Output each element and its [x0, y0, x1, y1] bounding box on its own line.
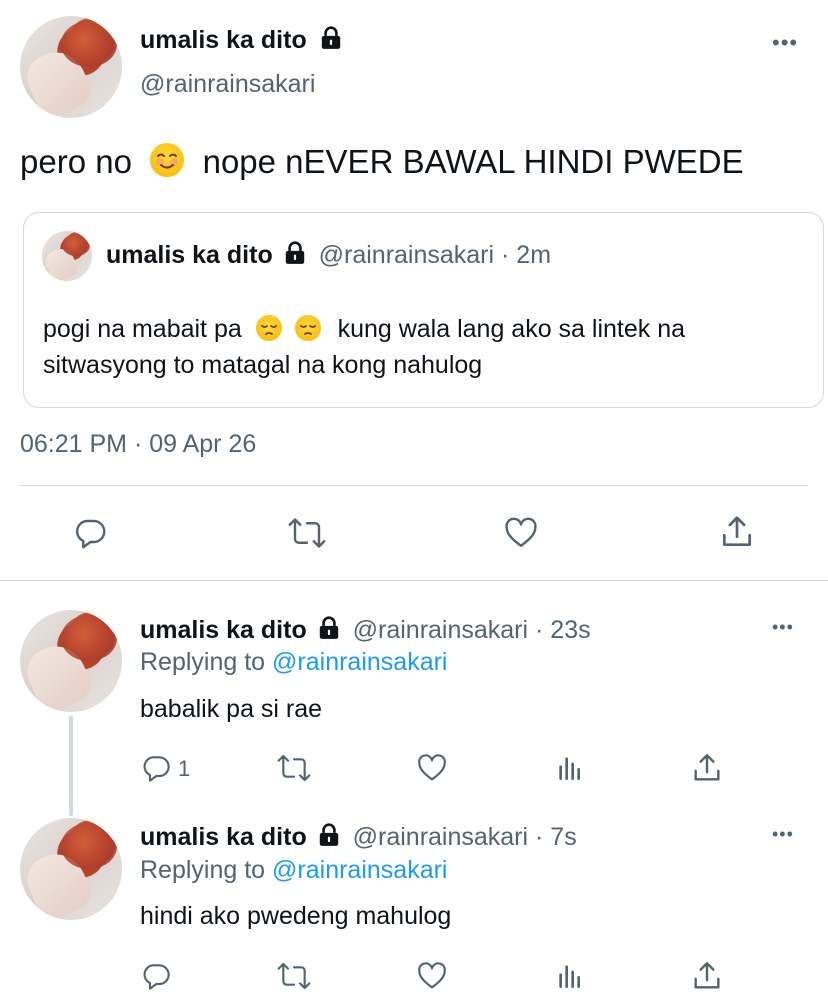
quoted-handle: @rainrainsakari — [318, 241, 495, 269]
quoted-text-part: kung wala lang ako sa lintek na — [337, 315, 686, 343]
share-icon[interactable] — [690, 751, 724, 785]
handle[interactable]: @rainrainsakari — [353, 823, 528, 851]
quoted-tweet-card[interactable]: umalis ka dito @rainrainsakari · 2m pogi… — [23, 212, 824, 408]
retweet-icon[interactable] — [276, 752, 312, 784]
divider — [20, 485, 808, 486]
reply-count: 1 — [178, 756, 191, 781]
pensive-emoji-icon — [255, 315, 282, 341]
replying-to-label: Replying to — [140, 648, 273, 676]
analytics-icon[interactable] — [554, 960, 586, 992]
share-icon[interactable] — [690, 959, 724, 993]
replying-to-label: Replying to — [140, 856, 273, 884]
quoted-display-name: umalis ka dito — [106, 241, 273, 269]
blush-emoji-icon — [150, 143, 185, 177]
like-icon[interactable] — [415, 752, 449, 784]
replying-to: Replying to @rainrainsakari — [140, 648, 447, 677]
reply-header: umalis ka dito @rainrainsakari · 7s — [140, 823, 577, 852]
replying-to-handle-link[interactable]: @rainrainsakari — [272, 648, 447, 676]
quoted-text-line-1: pogi na mabait pa kung wala lang ako sa … — [43, 311, 685, 347]
reply-icon[interactable] — [140, 752, 172, 784]
quoted-text: pogi na mabait pa kung wala lang ako sa … — [43, 311, 685, 383]
tweet-text-part: pero no — [20, 143, 142, 180]
quoted-header: umalis ka dito @rainrainsakari · 2m — [106, 241, 551, 270]
display-name-text: umalis ka dito — [140, 26, 307, 54]
reply-header: umalis ka dito @rainrainsakari · 23s — [140, 616, 591, 645]
replying-to-handle-link[interactable]: @rainrainsakari — [272, 856, 447, 884]
display-name[interactable]: umalis ka dito — [140, 616, 307, 644]
time[interactable]: · 23s — [535, 616, 591, 644]
quoted-avatar — [42, 231, 92, 281]
tweet-text-part: nope nEVER BAWAL HINDI PWEDE — [193, 143, 744, 180]
display-name[interactable]: umalis ka dito — [140, 823, 307, 851]
more-options-icon[interactable]: ••• — [772, 618, 794, 636]
analytics-icon[interactable] — [554, 752, 586, 784]
reply-text: hindi ako pwedeng mahulog — [140, 902, 452, 930]
quoted-text-part: pogi na mabait pa — [43, 315, 249, 343]
quoted-time: · 2m — [501, 241, 552, 269]
lock-icon — [316, 615, 342, 641]
more-options-icon[interactable]: ••• — [772, 825, 794, 843]
like-icon[interactable] — [502, 515, 540, 551]
replying-to: Replying to @rainrainsakari — [140, 856, 447, 885]
quoted-text-line-2: sitwasyong to matagal na kong nahulog — [43, 351, 483, 379]
main-handle[interactable]: @rainrainsakari — [140, 70, 315, 99]
reply-icon[interactable] — [140, 960, 172, 992]
share-icon[interactable] — [718, 513, 756, 551]
like-icon[interactable] — [415, 960, 449, 992]
lock-icon — [282, 240, 308, 266]
retweet-icon[interactable] — [287, 515, 327, 551]
divider — [0, 580, 828, 581]
retweet-icon[interactable] — [276, 960, 312, 992]
lock-icon — [318, 25, 344, 51]
reply-icon[interactable] — [72, 515, 108, 551]
reply-text: babalik pa si rae — [140, 695, 323, 723]
avatar[interactable] — [20, 610, 122, 712]
main-display-name[interactable]: umalis ka dito — [140, 26, 344, 55]
avatar[interactable] — [20, 818, 122, 920]
main-tweet-text: pero no nope nEVER BAWAL HINDI PWEDE — [20, 143, 744, 181]
avatar[interactable] — [20, 16, 122, 118]
handle[interactable]: @rainrainsakari — [353, 616, 528, 644]
pensive-emoji-icon — [294, 315, 321, 341]
time[interactable]: · 7s — [535, 823, 577, 851]
thread-line — [69, 716, 73, 816]
lock-icon — [316, 822, 342, 848]
tweet-timestamp[interactable]: 06:21 PM · 09 Apr 26 — [20, 430, 256, 459]
more-options-icon[interactable]: ••• — [772, 32, 798, 54]
